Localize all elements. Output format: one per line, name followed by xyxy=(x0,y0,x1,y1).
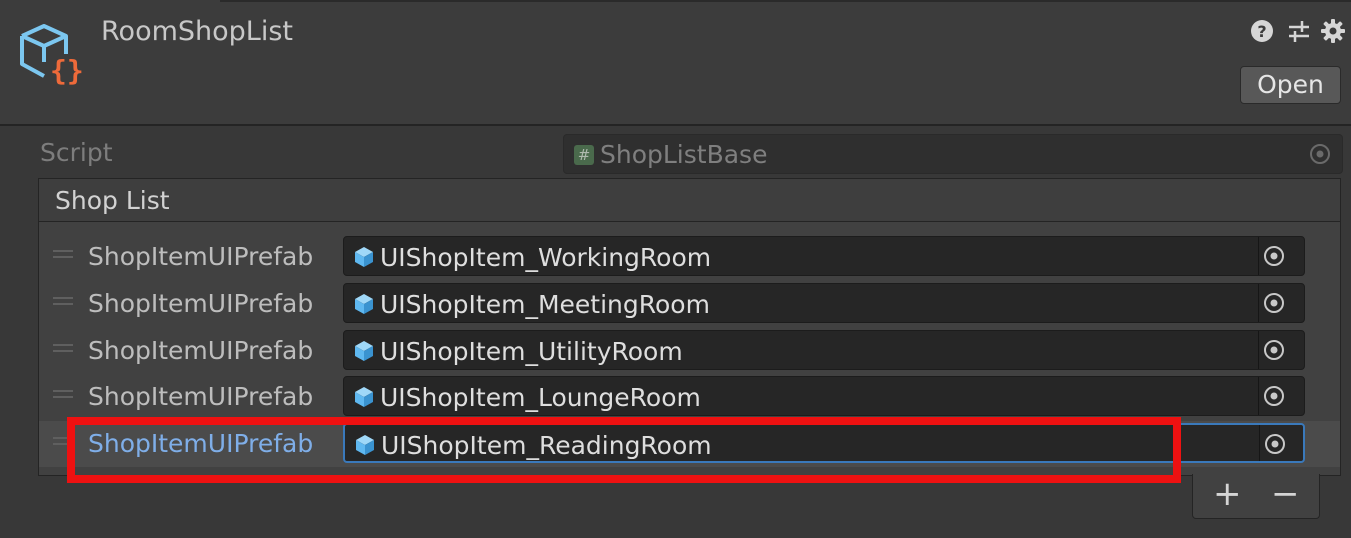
highlight-annotation-box xyxy=(67,417,1181,483)
object-picker-icon[interactable] xyxy=(1262,338,1286,362)
inspector-header: {} RoomShopList ? Open xyxy=(0,0,1351,126)
preset-sliders-icon[interactable] xyxy=(1286,18,1312,44)
object-picker-icon[interactable] xyxy=(1262,244,1286,268)
svg-text:?: ? xyxy=(1257,22,1266,41)
object-field[interactable]: UIShopItem_UtilityRoom xyxy=(343,330,1305,370)
add-element-button[interactable]: + xyxy=(1213,476,1242,512)
object-picker-icon[interactable] xyxy=(1262,384,1286,408)
prefab-icon xyxy=(352,385,376,409)
asset-title: RoomShopList xyxy=(101,16,293,47)
object-field-value: UIShopItem_WorkingRoom xyxy=(380,243,712,272)
picker-separator xyxy=(1258,237,1259,275)
object-field-value: UIShopItem_UtilityRoom xyxy=(380,337,683,366)
object-field-value: UIShopItem_MeetingRoom xyxy=(380,290,710,319)
object-field[interactable]: UIShopItem_LoungeRoom xyxy=(343,376,1305,416)
object-picker-icon xyxy=(1308,142,1332,166)
element-label: ShopItemUIPrefab xyxy=(88,289,314,318)
element-label: ShopItemUIPrefab xyxy=(88,382,314,411)
drag-handle-icon[interactable] xyxy=(53,297,73,305)
drag-handle-icon[interactable] xyxy=(53,344,73,352)
picker-separator xyxy=(1258,331,1259,369)
object-field[interactable]: UIShopItem_MeetingRoom xyxy=(343,283,1305,323)
list-item[interactable]: ShopItemUIPrefab UIShopItem_LoungeRoom xyxy=(39,374,1340,420)
drag-handle-icon[interactable] xyxy=(53,390,73,398)
object-picker-icon[interactable] xyxy=(1262,291,1286,315)
object-picker-icon[interactable] xyxy=(1263,432,1287,456)
csharp-script-icon: # xyxy=(574,145,594,165)
add-remove-footer: + − xyxy=(1192,474,1320,519)
remove-element-button[interactable]: − xyxy=(1271,476,1300,512)
open-button[interactable]: Open xyxy=(1240,66,1341,104)
script-label: Script xyxy=(40,138,113,167)
prefab-icon xyxy=(352,339,376,363)
shop-list-label: Shop List xyxy=(55,186,170,215)
object-field[interactable]: UIShopItem_WorkingRoom xyxy=(343,236,1305,276)
prefab-icon xyxy=(352,292,376,316)
picker-separator xyxy=(1258,377,1259,415)
picker-separator xyxy=(1259,425,1260,461)
script-value: ShopListBase xyxy=(600,140,768,169)
picker-separator xyxy=(1258,284,1259,322)
list-item[interactable]: ShopItemUIPrefab UIShopItem_UtilityRoom xyxy=(39,328,1340,374)
list-item[interactable]: ShopItemUIPrefab UIShopItem_WorkingRoom xyxy=(39,234,1340,280)
help-icon[interactable]: ? xyxy=(1249,18,1275,44)
element-label: ShopItemUIPrefab xyxy=(88,242,314,271)
shop-list-header[interactable]: Shop List xyxy=(39,179,1340,222)
object-field-value: UIShopItem_LoungeRoom xyxy=(380,383,701,412)
scriptable-object-icon: {} xyxy=(14,18,86,90)
list-item[interactable]: ShopItemUIPrefab UIShopItem_MeetingRoom xyxy=(39,281,1340,327)
prefab-icon xyxy=(352,245,376,269)
drag-handle-icon[interactable] xyxy=(53,250,73,258)
svg-text:{}: {} xyxy=(50,54,84,87)
gear-icon[interactable] xyxy=(1320,18,1346,44)
element-label: ShopItemUIPrefab xyxy=(88,336,314,365)
header-top-divider xyxy=(220,0,1351,2)
script-field: # ShopListBase xyxy=(563,134,1343,174)
